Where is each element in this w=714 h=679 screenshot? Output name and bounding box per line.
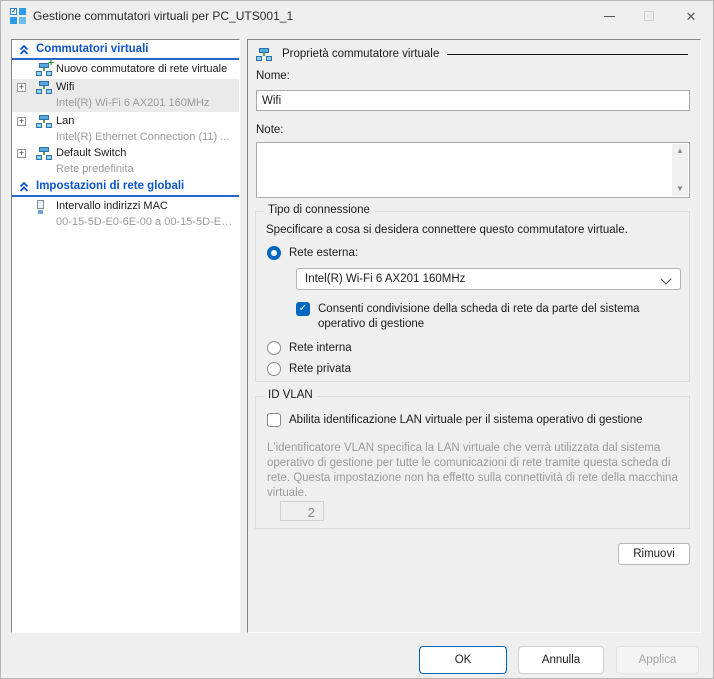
internal-network-label: Rete interna (289, 342, 352, 354)
minimize-icon (603, 15, 615, 17)
tree-item-mac-range[interactable]: Intervallo indirizzi MAC (12, 199, 239, 215)
tree-item-mac-range-subtitle: 00-15-5D-E0-6E-00 a 00-15-5D-E0... (12, 215, 239, 231)
vlan-enable-label: Abilita identificazione LAN virtuale per… (289, 414, 643, 426)
notes-scrollbar[interactable]: ▲ ▼ (672, 144, 688, 196)
app-icon-check-square: ✓ (10, 8, 17, 15)
maximize-button (629, 1, 669, 31)
properties-header-title: Proprietà commutatore virtuale (282, 48, 440, 60)
header-rule (447, 53, 688, 55)
tree-item-label: Wifi (56, 81, 75, 93)
scroll-up-icon[interactable]: ▲ (672, 144, 688, 158)
switch-icon (36, 81, 52, 94)
tree-item-label: Default Switch (56, 147, 127, 159)
private-network-label: Rete privata (289, 363, 352, 375)
external-network-label: Rete esterna: (289, 247, 359, 259)
tree-item-label: Intervallo indirizzi MAC (56, 200, 168, 212)
name-label: Nome: (256, 70, 290, 82)
connection-type-groupbox: Tipo di connessione Specificare a cosa s… (255, 204, 690, 382)
tree-item-new-switch[interactable]: + Nuovo commutatore di rete virtuale (12, 59, 239, 78)
connection-description: Specificare a cosa si desidera connetter… (266, 224, 628, 236)
expander-icon[interactable]: + (17, 83, 26, 92)
tree-item-sublabel: Rete predefinita (56, 163, 134, 175)
vlan-id-input (280, 501, 324, 521)
section-header-global-settings[interactable]: Impostazioni di rete globali (12, 180, 239, 196)
collapse-chevron-icon (18, 181, 30, 193)
tree-item-sublabel: Intel(R) Ethernet Connection (11) ... (56, 131, 230, 143)
apply-button-label: Applica (638, 654, 677, 666)
section-divider (12, 58, 239, 60)
section-header-virtual-switches[interactable]: Commutatori virtuali (12, 43, 239, 59)
adapter-dropdown-value: Intel(R) Wi-Fi 6 AX201 160MHz (305, 273, 466, 285)
tree-item-default-switch[interactable]: + Default Switch (12, 146, 239, 162)
virtual-switch-manager-dialog: ✓ Gestione commutatori virtuali per PC_U… (0, 0, 714, 679)
remove-button[interactable]: Rimuovi (618, 543, 690, 565)
properties-header: Proprietà commutatore virtuale (256, 46, 688, 62)
section-divider (12, 195, 239, 197)
minimize-button[interactable] (589, 1, 629, 31)
tree-item-label: Lan (56, 115, 75, 127)
switch-icon (256, 47, 272, 61)
remove-button-label: Rimuovi (633, 548, 675, 560)
window-title: Gestione commutatori virtuali per PC_UTS… (33, 9, 294, 23)
app-icon-square (19, 8, 26, 15)
internal-network-radio[interactable] (267, 341, 281, 355)
expander-icon[interactable]: + (17, 117, 26, 126)
switch-icon (36, 115, 52, 128)
cancel-button-label: Annulla (541, 654, 581, 666)
apply-button: Applica (616, 646, 699, 674)
ok-button-label: OK (454, 654, 472, 666)
share-adapter-checkbox[interactable]: ✓ (296, 302, 310, 316)
tree-item-lan-subtitle: Intel(R) Ethernet Connection (11) ... (12, 130, 239, 146)
close-button[interactable]: ✕ (671, 1, 711, 31)
notes-label: Note: (256, 124, 284, 136)
tree-item-sublabel: 00-15-5D-E0-6E-00 a 00-15-5D-E0... (56, 216, 236, 228)
close-icon: ✕ (685, 8, 697, 24)
vlan-enable-checkbox[interactable] (267, 413, 281, 427)
section-title: Commutatori virtuali (36, 43, 149, 55)
app-icon-square (10, 17, 17, 24)
external-network-radio[interactable] (267, 246, 281, 260)
vlan-description: L'identificatore VLAN specifica la LAN v… (267, 442, 678, 499)
groupbox-title: ID VLAN (264, 389, 317, 401)
collapse-chevron-icon (18, 44, 30, 56)
switch-properties-panel: Proprietà commutatore virtuale Nome: Not… (247, 39, 701, 633)
name-input[interactable] (256, 90, 690, 111)
hyperv-app-icon: ✓ (10, 8, 26, 24)
section-title: Impostazioni di rete globali (36, 180, 185, 192)
chevron-down-icon (660, 273, 672, 285)
tree-item-default-switch-subtitle: Rete predefinita (12, 162, 239, 178)
adapter-dropdown[interactable]: Intel(R) Wi-Fi 6 AX201 160MHz (296, 268, 681, 290)
tree-item-sublabel: Intel(R) Wi-Fi 6 AX201 160MHz (56, 97, 210, 109)
tree-item-label: Nuovo commutatore di rete virtuale (56, 63, 228, 75)
ok-button[interactable]: OK (419, 646, 507, 674)
share-adapter-label: Consenti condivisione della scheda di re… (318, 303, 640, 330)
network-adapter-icon (36, 200, 45, 214)
scroll-down-icon[interactable]: ▼ (672, 182, 688, 196)
notes-textarea[interactable]: ▲ ▼ (256, 142, 690, 198)
switch-tree-panel: Commutatori virtuali + Nuovo commutatore… (11, 39, 240, 633)
tree-item-wifi-subtitle: Intel(R) Wi-Fi 6 AX201 160MHz (12, 96, 239, 112)
expander-icon[interactable]: + (17, 149, 26, 158)
groupbox-title: Tipo di connessione (264, 204, 374, 216)
app-icon-square (19, 17, 26, 24)
private-network-radio[interactable] (267, 362, 281, 376)
tree-item-wifi[interactable]: + Wifi (12, 80, 239, 96)
window-titlebar: ✓ Gestione commutatori virtuali per PC_U… (1, 1, 713, 31)
tree-item-lan[interactable]: + Lan (12, 114, 239, 130)
switch-icon (36, 147, 52, 160)
cancel-button[interactable]: Annulla (518, 646, 604, 674)
maximize-icon (644, 11, 654, 21)
vlan-groupbox: ID VLAN Abilita identificazione LAN virt… (255, 389, 690, 529)
new-switch-icon: + (36, 59, 54, 76)
